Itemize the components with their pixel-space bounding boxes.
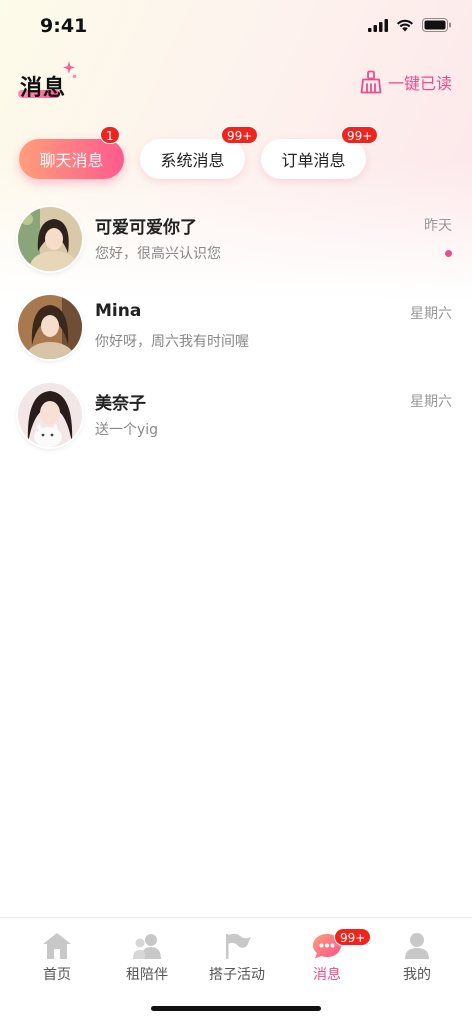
- battery-icon: [422, 18, 451, 32]
- chat-preview: 您好，很高兴认识您: [95, 246, 221, 262]
- nav-label: 租陪伴: [126, 967, 168, 983]
- home-icon: [43, 933, 71, 959]
- signal-icon: [368, 18, 388, 32]
- nav-messages-badge: 99+: [334, 928, 372, 946]
- tab-chat-badge: 1: [100, 126, 120, 144]
- nav-label: 搭子活动: [209, 967, 265, 983]
- nav-label: 我的: [403, 967, 431, 983]
- home-indicator: [151, 1006, 321, 1011]
- page-title: 消息: [20, 76, 67, 101]
- wifi-icon: [397, 19, 413, 31]
- nav-home[interactable]: 首页: [12, 932, 102, 984]
- chat-preview: 你好呀，周六我有时间喔: [95, 334, 249, 350]
- chat-list-item[interactable]: 可爱可爱你了 您好，很高兴认识您 昨天: [0, 207, 472, 295]
- chat-name: Mina: [95, 301, 142, 321]
- mark-all-read-button[interactable]: 一键已读: [360, 70, 452, 94]
- people-icon: [133, 934, 161, 959]
- flag-icon: [226, 933, 251, 959]
- status-icons: [368, 18, 452, 32]
- sparkle-icon: [63, 61, 77, 79]
- broom-icon: [360, 70, 382, 94]
- nav-label: 首页: [43, 967, 71, 983]
- tab-label: 订单消息: [281, 151, 346, 170]
- status-time: 9:41: [40, 15, 88, 37]
- chat-preview: 送一个yig: [95, 422, 159, 438]
- tab-system-messages[interactable]: 系统消息: [140, 139, 245, 179]
- tab-label: 聊天消息: [39, 151, 104, 170]
- nav-label: 消息: [313, 967, 341, 983]
- nav-profile[interactable]: 我的: [372, 932, 462, 984]
- chat-time: 星期六: [410, 306, 452, 322]
- tab-label: 系统消息: [160, 151, 225, 170]
- mark-all-read-label: 一键已读: [387, 74, 452, 93]
- chat-list-item[interactable]: Mina 你好呀，周六我有时间喔 星期六: [0, 295, 472, 383]
- tab-order-badge: 99+: [341, 126, 379, 144]
- tab-order-messages[interactable]: 订单消息: [261, 139, 366, 179]
- avatar: [18, 207, 82, 271]
- nav-companion[interactable]: 租陪伴: [102, 932, 192, 984]
- chat-time: 昨天: [424, 218, 452, 234]
- avatar: [18, 383, 82, 447]
- chat-time: 星期六: [410, 394, 452, 410]
- chat-list-item[interactable]: 美奈子 送一个yig 星期六: [0, 383, 472, 471]
- tab-chat-messages[interactable]: 聊天消息: [19, 139, 124, 179]
- chat-name: 可爱可爱你了: [95, 218, 197, 238]
- person-icon: [405, 933, 429, 959]
- tab-system-badge: 99+: [221, 126, 259, 144]
- chat-name: 美奈子: [95, 394, 146, 414]
- nav-activities[interactable]: 搭子活动: [192, 932, 282, 984]
- unread-dot: [445, 250, 452, 257]
- avatar: [18, 295, 82, 359]
